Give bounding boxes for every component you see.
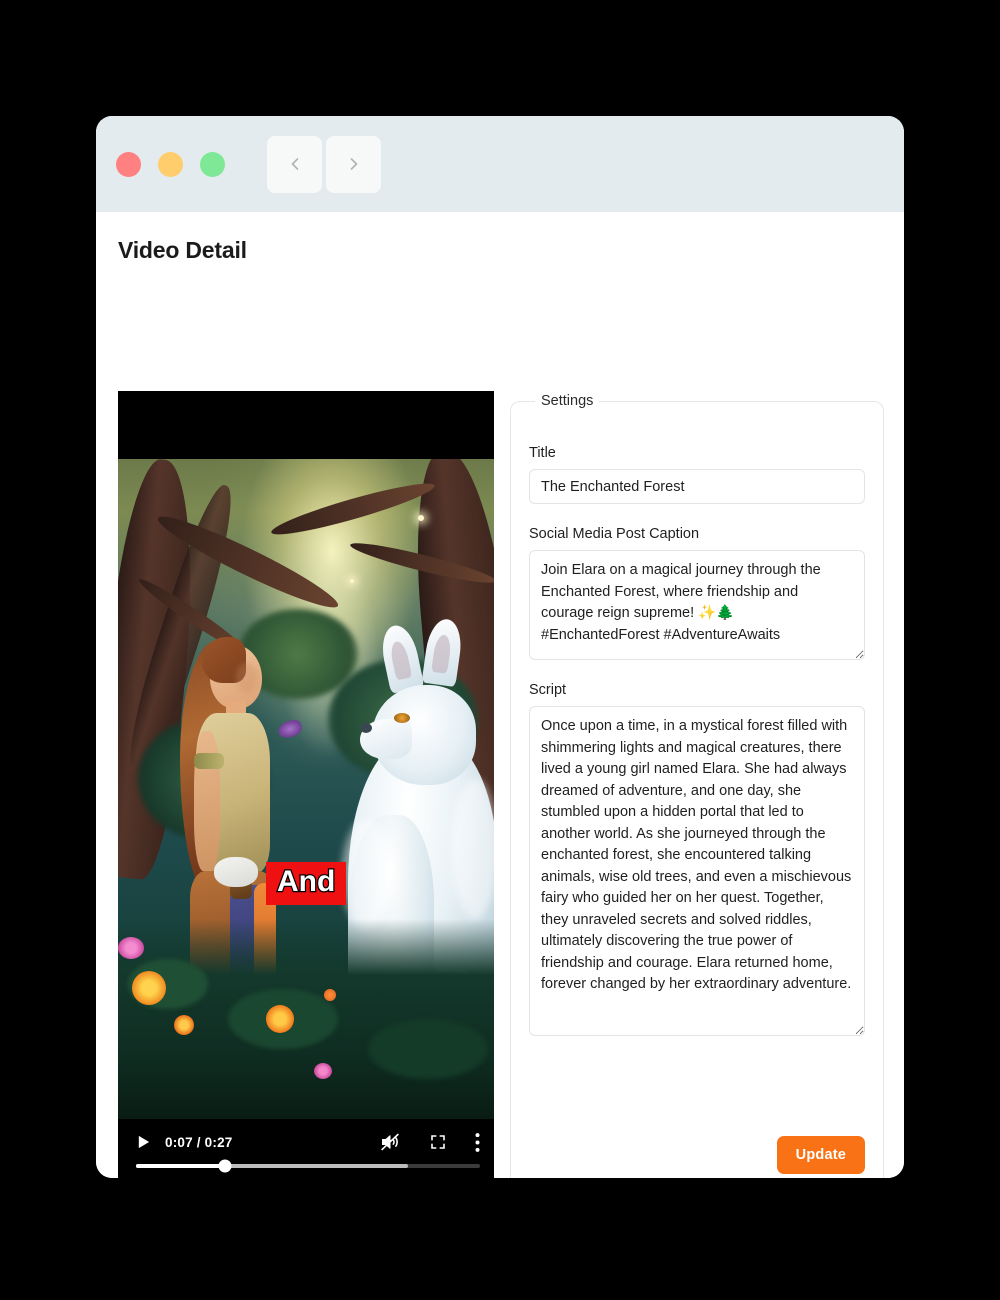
video-caption-text: And <box>276 864 337 900</box>
video-controls-bar: 0:07 / 0:27 <box>118 1119 494 1178</box>
settings-panel: Settings Title Social Media Post Caption… <box>510 393 884 1178</box>
page-title: Video Detail <box>118 237 247 263</box>
maximize-window-button[interactable] <box>200 151 225 177</box>
light-orb <box>350 579 354 583</box>
navigation-buttons <box>267 135 381 193</box>
flower <box>314 1063 332 1079</box>
update-button[interactable]: Update <box>776 1136 865 1174</box>
forest-floor <box>118 919 494 1119</box>
progress-played <box>136 1164 226 1168</box>
more-vertical-icon[interactable] <box>475 1132 480 1152</box>
title-input[interactable] <box>529 469 865 504</box>
play-icon[interactable] <box>136 1134 151 1150</box>
chevron-left-icon <box>285 154 305 174</box>
fullscreen-icon[interactable] <box>429 1133 447 1151</box>
light-orb <box>418 515 424 521</box>
video-player[interactable]: And 0:07 / 0:27 <box>118 391 494 1178</box>
caption-field-label: Social Media Post Caption <box>529 526 700 542</box>
traffic-light-group <box>116 151 225 177</box>
video-caption-overlay: And <box>266 862 347 905</box>
letterbox-top <box>118 391 494 459</box>
video-frame: And <box>118 459 494 1119</box>
title-field-label: Title <box>529 445 556 461</box>
flower <box>266 1005 294 1033</box>
app-window: Video Detail And 0:07 / 0:27 Settings Ti… <box>96 116 904 1178</box>
volume-muted-icon[interactable] <box>379 1132 401 1152</box>
back-button[interactable] <box>267 135 322 193</box>
forward-button[interactable] <box>326 135 381 193</box>
script-textarea[interactable] <box>529 706 865 1036</box>
close-window-button[interactable] <box>116 151 141 177</box>
window-titlebar <box>96 116 904 212</box>
minimize-window-button[interactable] <box>158 151 183 177</box>
settings-actions: Update <box>776 1136 865 1174</box>
settings-legend: Settings <box>541 393 594 409</box>
video-progress-bar[interactable] <box>136 1159 480 1173</box>
flower <box>132 971 166 1005</box>
flower <box>118 937 144 959</box>
video-time-display: 0:07 / 0:27 <box>165 1134 233 1150</box>
caption-textarea[interactable] <box>529 550 865 660</box>
video-stage: And 0:07 / 0:27 <box>118 391 494 1178</box>
chevron-right-icon <box>344 154 364 174</box>
progress-scrubber-handle[interactable] <box>218 1159 232 1173</box>
flower <box>324 989 336 1001</box>
page-content: Video Detail And 0:07 / 0:27 Settings Ti… <box>96 212 904 1178</box>
flower <box>174 1015 194 1035</box>
script-field-label: Script <box>529 682 567 698</box>
